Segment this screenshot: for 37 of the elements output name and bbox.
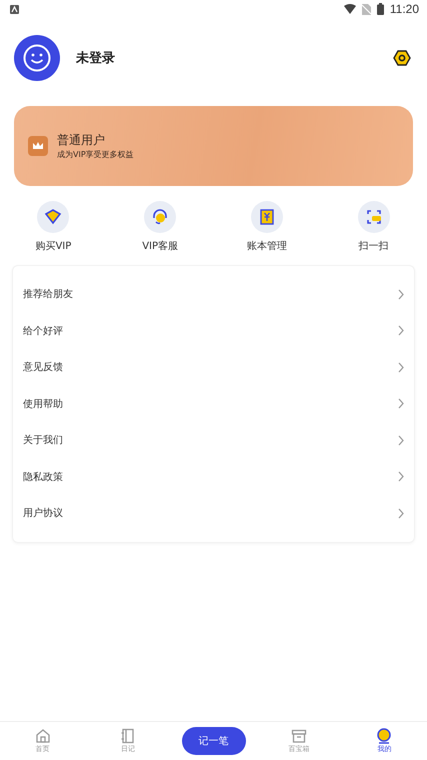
chevron-icon — [398, 471, 404, 482]
action-label[interactable]: VIP客服 — [142, 239, 178, 253]
menu-item[interactable]: 隐私政策 — [13, 458, 414, 495]
no-sim-icon — [362, 4, 371, 14]
notebook-icon — [120, 728, 136, 744]
battery-icon — [376, 3, 384, 15]
home-icon — [34, 728, 51, 744]
notification-icon — [10, 4, 19, 14]
chevron-icon — [398, 508, 404, 519]
menu-item[interactable]: 意见反馈 — [13, 349, 414, 386]
menu-item[interactable]: 用户协议 — [13, 495, 414, 532]
add-record-button[interactable]: 记一笔 — [182, 727, 246, 755]
settings-icon[interactable] — [393, 49, 411, 67]
chevron-icon — [398, 325, 404, 336]
headset-icon[interactable] — [144, 201, 176, 233]
membership-title: 普通用户 — [57, 132, 106, 149]
menu-item[interactable]: 使用帮助 — [13, 386, 414, 422]
action-label[interactable]: 扫一扫 — [358, 239, 389, 253]
action-label[interactable]: 账本管理 — [246, 239, 287, 253]
box-icon — [290, 728, 307, 744]
menu-item[interactable]: 给个好评 — [13, 312, 414, 349]
membership-subtitle: 成为VIP享受更多权益 — [57, 149, 134, 160]
chevron-icon — [398, 288, 404, 300]
chevron-icon — [398, 362, 404, 373]
ledger-icon[interactable] — [250, 201, 283, 233]
status-time: 11:20 — [390, 2, 419, 16]
avatar-smiley-icon[interactable] — [14, 35, 60, 81]
chevron-icon — [398, 434, 404, 446]
wifi-icon — [344, 4, 356, 14]
scan-icon[interactable] — [358, 201, 390, 233]
membership-card[interactable]: 普通用户 成为VIP享受更多权益 — [14, 106, 413, 186]
menu-item[interactable]: 关于我们 — [13, 422, 414, 458]
menu-item[interactable]: 推荐给朋友 — [13, 276, 414, 312]
login-status[interactable]: 未登录 — [76, 49, 393, 67]
chevron-icon — [398, 398, 404, 410]
action-label[interactable]: 购买VIP — [35, 239, 72, 253]
crown-icon — [28, 136, 48, 156]
